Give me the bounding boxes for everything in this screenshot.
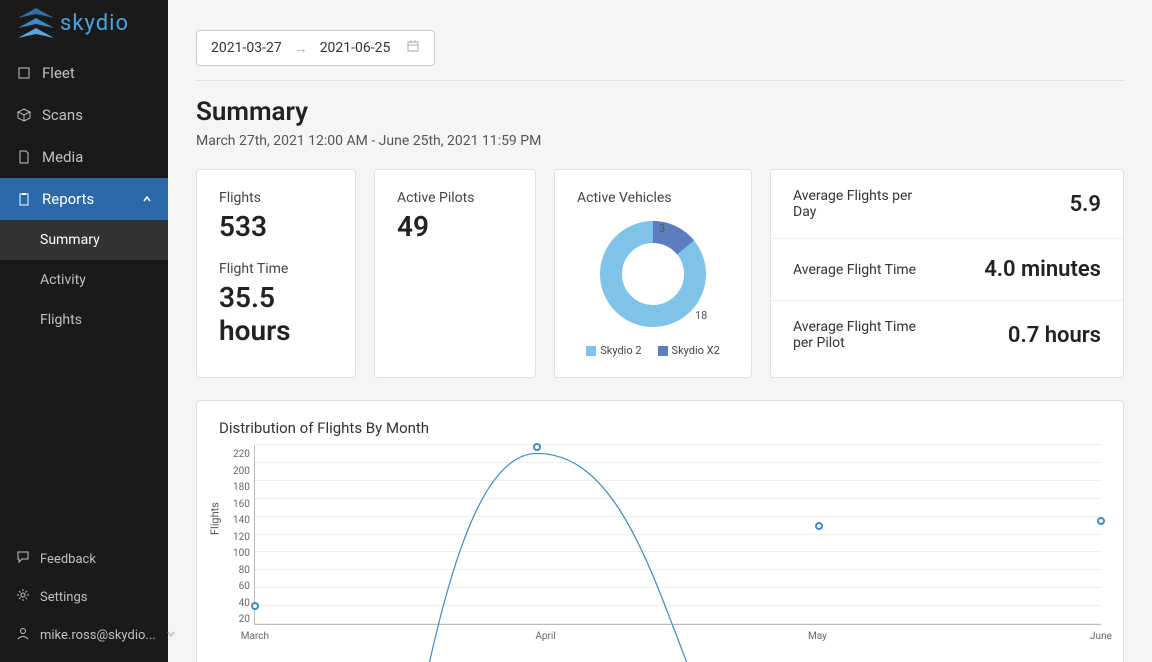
sidebar-subitem-label: Summary [40, 232, 100, 248]
y-tick: 120 [233, 532, 250, 543]
sidebar-subitem-summary[interactable]: Summary [0, 220, 168, 260]
y-tick: 160 [233, 499, 250, 510]
flights-label: Flights [219, 190, 333, 206]
chevron-up-icon [142, 190, 152, 208]
avg-label: Average Flight Time per Pilot [793, 319, 933, 351]
data-point [251, 602, 259, 610]
sidebar-subitem-label: Activity [40, 272, 86, 288]
date-start: 2021-03-27 [211, 40, 282, 56]
y-tick: 80 [239, 565, 250, 576]
data-point [815, 522, 823, 530]
x-tick: March [241, 631, 269, 642]
active-pilots-label: Active Pilots [397, 190, 513, 206]
avg-label: Average Flights per Day [793, 188, 933, 220]
sidebar-item-label: Scans [42, 106, 83, 124]
layers-icon [16, 65, 32, 81]
date-end: 2021-06-25 [320, 40, 391, 56]
y-tick: 200 [233, 466, 250, 477]
calendar-icon [406, 39, 420, 57]
sidebar-footer-user[interactable]: mike.ross@skydio... [0, 616, 168, 654]
active-pilots-value: 49 [397, 210, 513, 243]
sidebar-item-fleet[interactable]: Fleet [0, 52, 168, 94]
sidebar-item-label: Fleet [42, 64, 75, 82]
sidebar-footer-feedback[interactable]: Feedback [0, 540, 168, 578]
x-tick: May [808, 631, 827, 642]
brand-name: skydio [60, 11, 129, 36]
main-content: 2021-03-27 → 2021-06-25 Summary March 27… [168, 0, 1152, 662]
y-axis-title: Flights [209, 502, 222, 535]
y-tick: 20 [239, 614, 250, 625]
sidebar-item-label: Reports [42, 190, 94, 208]
data-point [533, 443, 541, 451]
chart-plot: MarchAprilMayJune [254, 445, 1101, 625]
y-tick: 100 [233, 548, 250, 559]
sidebar-item-scans[interactable]: Scans [0, 94, 168, 136]
clipboard-icon [16, 191, 32, 207]
donut-chart: 3 18 [595, 216, 711, 336]
comment-icon [16, 550, 30, 568]
gear-icon [16, 588, 30, 606]
avg-label: Average Flight Time [793, 262, 916, 278]
sidebar-subitem-activity[interactable]: Activity [0, 260, 168, 300]
avg-value: 0.7 hours [1008, 323, 1101, 348]
footer-label: Settings [40, 590, 87, 605]
avg-row: Average Flight Time 4.0 minutes [771, 239, 1123, 301]
legend-item: Skydio X2 [658, 344, 720, 357]
donut-label-top: 3 [659, 222, 665, 235]
footer-label: Feedback [40, 552, 96, 567]
cube-icon [16, 107, 32, 123]
y-tick: 60 [239, 581, 250, 592]
flight-time-label: Flight Time [219, 261, 333, 277]
sidebar: skydio Fleet Scans Media Reports Summary… [0, 0, 168, 662]
sidebar-nav: Fleet Scans Media Reports Summary Activi… [0, 44, 168, 532]
donut-label-bottom: 18 [695, 309, 707, 322]
sidebar-item-reports[interactable]: Reports [0, 178, 168, 220]
sidebar-item-label: Media [42, 148, 83, 166]
user-icon [16, 626, 30, 644]
brand-logo-icon [18, 8, 54, 38]
card-active-pilots: Active Pilots 49 [374, 169, 536, 378]
file-icon [16, 149, 32, 165]
avg-value: 5.9 [1070, 192, 1101, 217]
page-subtitle: March 27th, 2021 12:00 AM - June 25th, 2… [196, 133, 1124, 149]
arrow-right-icon: → [294, 40, 308, 57]
donut-legend: Skydio 2 Skydio X2 [586, 344, 720, 357]
y-tick: 140 [233, 515, 250, 526]
footer-label: mike.ross@skydio... [40, 628, 156, 643]
legend-item: Skydio 2 [586, 344, 641, 357]
sidebar-item-media[interactable]: Media [0, 136, 168, 178]
date-range-picker[interactable]: 2021-03-27 → 2021-06-25 [196, 30, 435, 66]
sidebar-subitem-flights[interactable]: Flights [0, 300, 168, 340]
card-flights-time: Flights 533 Flight Time 35.5 hours [196, 169, 356, 378]
x-tick: April [535, 631, 555, 642]
card-distribution-chart: Distribution of Flights By Month Flights… [196, 400, 1124, 662]
avg-value: 4.0 minutes [984, 257, 1101, 282]
avg-row: Average Flights per Day 5.9 [771, 170, 1123, 239]
flights-value: 533 [219, 210, 333, 243]
sidebar-footer-settings[interactable]: Settings [0, 578, 168, 616]
card-averages: Average Flights per Day 5.9 Average Flig… [770, 169, 1124, 378]
active-vehicles-label: Active Vehicles [577, 190, 729, 206]
page-title: Summary [196, 97, 1124, 127]
data-point [1097, 517, 1105, 525]
sidebar-subitem-label: Flights [40, 312, 82, 328]
summary-cards: Flights 533 Flight Time 35.5 hours Activ… [196, 169, 1124, 378]
x-tick: June [1090, 631, 1112, 642]
divider [196, 80, 1124, 81]
avg-row: Average Flight Time per Pilot 0.7 hours [771, 301, 1123, 369]
x-axis-ticks: MarchAprilMayJune [255, 631, 1101, 642]
y-tick: 180 [233, 482, 250, 493]
y-tick: 220 [233, 449, 250, 460]
brand-logo[interactable]: skydio [0, 0, 168, 44]
chart-area: Flights 22020018016014012010080604020 Ma… [219, 445, 1101, 645]
chart-title: Distribution of Flights By Month [219, 419, 1101, 437]
y-tick: 40 [239, 598, 250, 609]
y-axis-ticks: 220 200 180 160 140 120 100 80 60 40 20 [219, 445, 254, 645]
card-active-vehicles: Active Vehicles 3 18 Skydio 2 Skydio X2 [554, 169, 752, 378]
flight-time-value: 35.5 hours [219, 281, 333, 347]
sidebar-footer: Feedback Settings mike.ross@skydio... [0, 532, 168, 662]
